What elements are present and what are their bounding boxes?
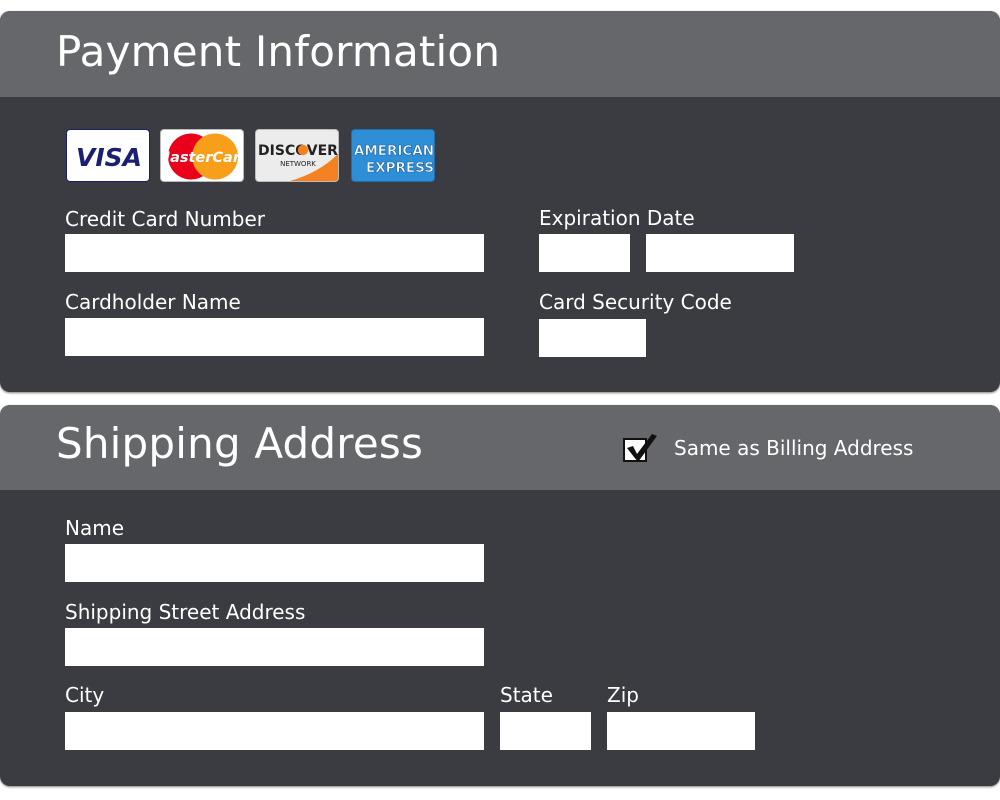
visa-logo: VISA xyxy=(66,129,150,182)
city-input[interactable] xyxy=(65,712,484,750)
discover-logo: DISCOVER NETWORK xyxy=(255,129,339,182)
american-express-logo: AMERICAN EXPRESS xyxy=(351,129,435,182)
expiration-month-input[interactable] xyxy=(539,234,630,272)
shipping-street-address-label: Shipping Street Address xyxy=(65,600,306,624)
card-security-code-input[interactable] xyxy=(539,319,646,357)
checkmark-icon xyxy=(627,434,657,462)
visa-logo-text: VISA xyxy=(76,143,142,172)
card-security-code-label: Card Security Code xyxy=(539,290,732,314)
cardholder-name-label: Cardholder Name xyxy=(65,290,241,314)
discover-network-text: NETWORK xyxy=(280,160,316,168)
zip-label: Zip xyxy=(607,683,639,707)
payment-panel-title: Payment Information xyxy=(56,27,501,76)
credit-card-number-input[interactable] xyxy=(65,234,484,272)
payment-panel-header: Payment Information xyxy=(0,11,1000,97)
city-label: City xyxy=(65,683,105,707)
state-input[interactable] xyxy=(500,712,591,750)
same-as-billing-checkbox[interactable] xyxy=(623,434,657,462)
name-input[interactable] xyxy=(65,544,484,582)
expiration-date-label: Expiration Date xyxy=(539,206,695,230)
same-as-billing-label[interactable]: Same as Billing Address xyxy=(674,438,913,458)
credit-card-number-label: Credit Card Number xyxy=(65,207,265,231)
amex-logo-line1: AMERICAN xyxy=(354,143,434,159)
name-label: Name xyxy=(65,516,125,540)
shipping-street-address-input[interactable] xyxy=(65,628,484,666)
state-label: State xyxy=(500,683,553,707)
expiration-year-input[interactable] xyxy=(646,234,794,272)
amex-logo-line2: EXPRESS xyxy=(366,160,434,176)
cardholder-name-input[interactable] xyxy=(65,318,484,356)
mastercard-logo: MasterCard xyxy=(160,129,244,182)
shipping-panel-title: Shipping Address xyxy=(56,419,424,468)
mastercard-logo-text: MasterCard xyxy=(161,150,244,166)
zip-input[interactable] xyxy=(607,712,755,750)
